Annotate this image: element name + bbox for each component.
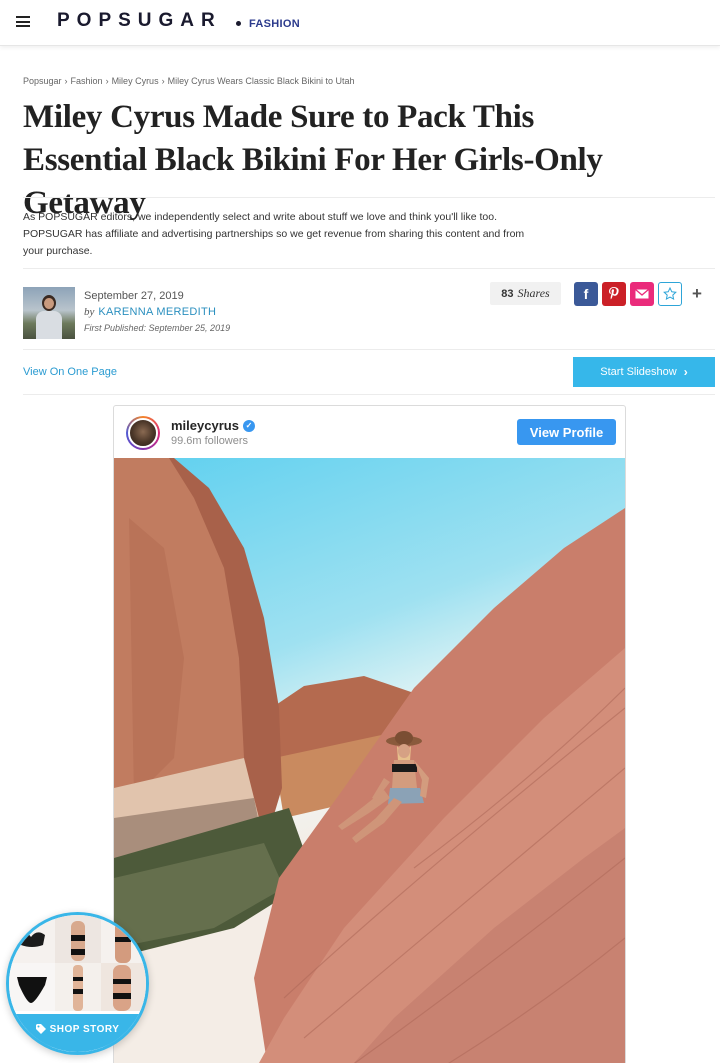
share-count-number: 83 bbox=[501, 287, 514, 300]
author-link[interactable]: KARENNA MEREDITH bbox=[98, 306, 216, 318]
breadcrumb: Popsugar › Fashion › Miley Cyrus › Miley Cyrus… bbox=[23, 76, 354, 86]
instagram-username[interactable]: mileycyrus ✓ bbox=[171, 418, 255, 433]
model-image bbox=[73, 965, 83, 1011]
chevron-right-icon: › bbox=[683, 365, 688, 379]
shop-story-text: SHOP STORY bbox=[49, 1024, 120, 1035]
byline: by KARENNA MEREDITH bbox=[84, 306, 216, 318]
breadcrumb-item-miley-cyrus[interactable]: Miley Cyrus bbox=[112, 76, 159, 86]
canyon-photo-illustration bbox=[114, 458, 625, 1063]
start-slideshow-button[interactable]: Start Slideshow › bbox=[573, 357, 715, 387]
share-count: 83 Shares bbox=[490, 282, 561, 305]
publish-date: September 27, 2019 bbox=[84, 290, 184, 302]
instagram-photo[interactable] bbox=[114, 458, 625, 1063]
breadcrumb-item-popsugar[interactable]: Popsugar bbox=[23, 76, 62, 86]
divider bbox=[23, 349, 715, 350]
divider bbox=[23, 268, 715, 269]
shop-story-widget[interactable]: SHOP STORY bbox=[6, 912, 149, 1055]
facebook-icon[interactable]: f bbox=[574, 282, 598, 306]
instagram-embed: mileycyrus ✓ 99.6m followers View Profil… bbox=[113, 405, 626, 1063]
breadcrumb-separator: › bbox=[64, 76, 68, 86]
divider bbox=[23, 197, 715, 198]
model-image bbox=[113, 965, 131, 1011]
affiliate-disclaimer: As POPSUGAR editors, we independently se… bbox=[23, 211, 525, 257]
start-slideshow-label: Start Slideshow bbox=[600, 366, 677, 378]
model-image bbox=[115, 919, 131, 963]
star-icon[interactable] bbox=[658, 282, 682, 306]
divider bbox=[23, 394, 715, 395]
instagram-avatar[interactable] bbox=[126, 416, 160, 450]
breadcrumb-separator: › bbox=[161, 76, 165, 86]
product-thumbnail[interactable] bbox=[55, 963, 101, 1011]
pinterest-icon[interactable] bbox=[602, 282, 626, 306]
site-logo[interactable]: POPSUGAR bbox=[57, 10, 222, 32]
page-title: Miley Cyrus Made Sure to Pack This Essen… bbox=[23, 99, 603, 221]
menu-icon[interactable] bbox=[16, 16, 30, 27]
verified-icon: ✓ bbox=[242, 419, 255, 432]
product-thumbnail[interactable] bbox=[101, 915, 146, 963]
email-icon[interactable] bbox=[630, 282, 654, 306]
byline-prefix: by bbox=[84, 306, 95, 318]
shop-story-label[interactable]: SHOP STORY bbox=[9, 1014, 146, 1052]
product-thumbnail[interactable] bbox=[9, 963, 55, 1011]
shop-product-grid bbox=[9, 915, 146, 1011]
logo-dot bbox=[236, 21, 241, 26]
bikini-bottom-image bbox=[17, 977, 47, 1003]
model-image bbox=[71, 921, 85, 961]
product-thumbnail[interactable] bbox=[9, 915, 55, 963]
view-on-one-page-link[interactable]: View On One Page bbox=[23, 366, 117, 378]
first-published: First Published: September 25, 2019 bbox=[84, 323, 231, 333]
plus-icon[interactable]: + bbox=[692, 284, 702, 304]
tag-icon bbox=[35, 1024, 46, 1037]
instagram-followers: 99.6m followers bbox=[171, 435, 249, 447]
bikini-top-image bbox=[19, 932, 45, 947]
breadcrumb-separator: › bbox=[105, 76, 109, 86]
product-thumbnail[interactable] bbox=[55, 915, 101, 963]
author-avatar[interactable] bbox=[23, 287, 75, 339]
breadcrumb-item-current[interactable]: Miley Cyrus Wears Classic Black Bikini t… bbox=[168, 76, 355, 86]
share-count-label: Shares bbox=[517, 286, 550, 300]
section-label[interactable]: FASHION bbox=[249, 18, 300, 30]
product-thumbnail[interactable] bbox=[101, 963, 146, 1011]
instagram-username-text: mileycyrus bbox=[171, 418, 239, 433]
view-profile-button[interactable]: View Profile bbox=[517, 419, 616, 445]
breadcrumb-item-fashion[interactable]: Fashion bbox=[71, 76, 103, 86]
site-header: POPSUGAR FASHION bbox=[0, 0, 720, 46]
